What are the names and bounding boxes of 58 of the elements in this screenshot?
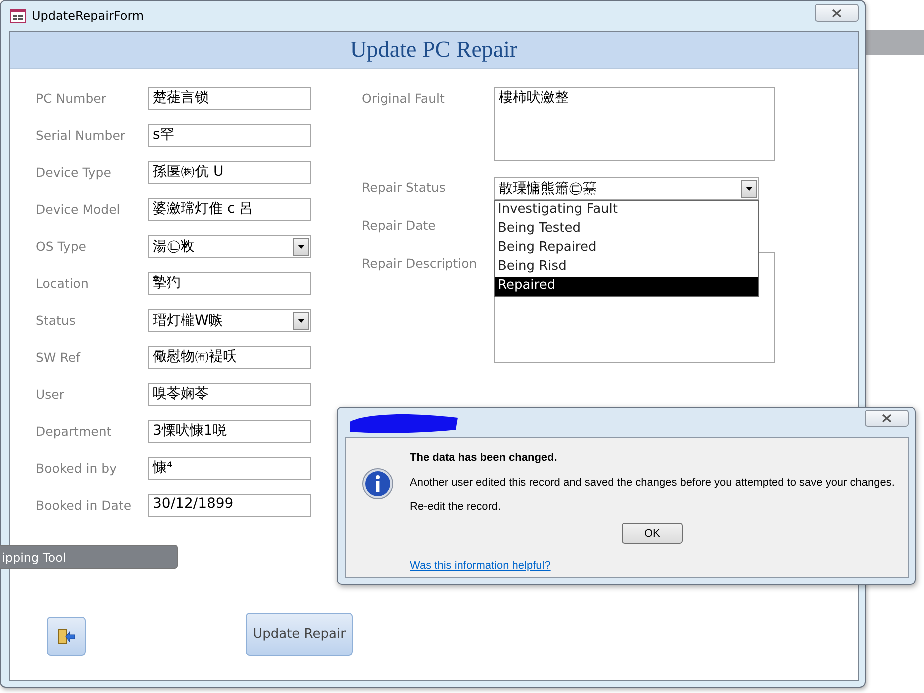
dropdown-button[interactable] [293,238,309,256]
dropdown-option[interactable]: Investigating Fault [495,201,758,220]
dialog-heading: The data has been changed. [410,452,558,464]
combo-box[interactable]: 瑨灯櫳W嗾 [148,309,311,332]
combo-box[interactable]: 湯㉡敉 [148,235,311,258]
field-label: Repair Date [362,217,437,235]
dropdown-option[interactable]: Being Tested [495,220,758,239]
taskbar-tooltip: ipping Tool [0,545,178,569]
text-field[interactable]: 嗅苓娴苓 [148,383,311,406]
field-label: OS Type [36,239,88,254]
down-arrow-icon [298,318,304,322]
text-field[interactable]: 孫匽㈱伉 U [148,161,311,184]
field-label: Original Fault [362,90,446,108]
form-title: Update PC Repair [350,37,518,63]
ok-button[interactable]: OK [622,523,683,544]
combo-box[interactable]: 散瑮慵熊簫㉢䵵 [494,177,759,200]
window-title: UpdateRepairForm [32,9,144,23]
dropdown-button[interactable] [741,180,757,198]
text-field[interactable]: 30/12/1899 [148,494,311,517]
update-repair-button[interactable]: Update Repair [246,613,353,656]
dropdown-option[interactable]: Repaired [495,277,758,296]
text-field[interactable]: s罕 [148,124,311,147]
dropdown-option[interactable]: Being Repaired [495,239,758,258]
field-label: Repair Status [362,179,447,197]
form-icon [10,9,26,23]
field-label: Serial Number [36,128,127,143]
field-label: SW Ref [36,350,82,365]
close-button[interactable] [815,4,859,22]
text-field[interactable]: 儆慰物㈲褆㕭 [148,346,311,369]
field-label: Booked in Date [36,498,133,513]
close-icon [832,8,842,18]
close-button[interactable] [865,410,909,427]
text-field[interactable]: 婆瀲瑺灯倠 c 呂 [148,198,311,221]
text-field[interactable]: 摯犳 [148,272,311,295]
down-arrow-icon [746,186,752,190]
down-arrow-icon [298,244,304,248]
field-label: Repair Description [362,255,478,273]
field-label: Booked in by [36,461,118,476]
field-label: Status [36,313,77,328]
text-field[interactable]: 3慄吠慷1哾 [148,420,311,443]
dialog-message: Another user edited this record and saved the changes before you attempted to save your changes. [410,477,895,489]
field-label: Location [36,276,90,291]
field-label: Department [36,424,113,439]
dropdown-button[interactable] [293,312,309,330]
field-label: User [36,387,66,402]
text-field[interactable]: 慷⁴ [148,457,311,480]
door-arrow-icon [58,628,76,646]
memo-field[interactable]: 樓柿吠瀲整 [494,87,775,161]
field-label: Device Model [36,202,122,217]
exit-button[interactable] [47,617,86,656]
close-icon [882,414,892,423]
dropdown-option[interactable]: Being Risd [495,258,758,277]
info-icon [362,468,394,500]
field-label: Device Type [36,165,112,180]
dialog-note: Re-edit the record. [410,501,502,513]
help-link[interactable]: Was this information helpful? [410,560,551,572]
field-label: PC Number [36,91,108,106]
text-field[interactable]: 楚蓰言锁 [148,87,311,110]
